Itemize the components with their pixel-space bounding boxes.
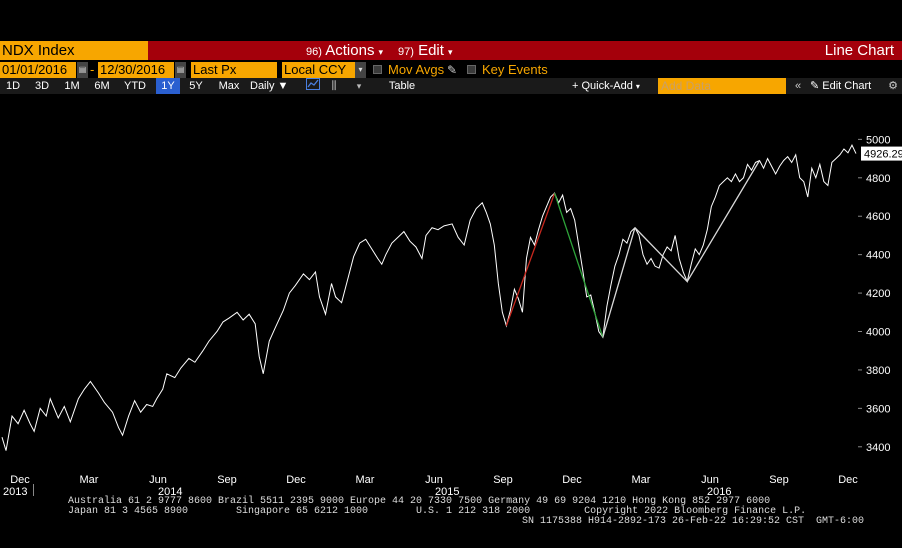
line-chart[interactable]: 5000 4800 4600 4400 4200 4000 3800 3600 3400 4926… [0, 94, 902, 486]
x-tick-label: Dec [838, 474, 858, 486]
triangle-down-icon: ▼ [277, 80, 289, 92]
candlestick-icon[interactable]: ⫼ [326, 78, 342, 94]
y-tick-label: 4400 [866, 250, 890, 262]
quick-add-button[interactable]: + Quick-Add ▾ [572, 78, 654, 94]
title-bar: NDX Index 96) Actions ▾ 97) Edit ▾ Line Ch… [0, 41, 902, 60]
x-tick-label: Sep [217, 474, 237, 486]
annotation-line-2[interactable] [602, 227, 636, 338]
footer-session-line: SN 1175388 H914-2892-173 26-Feb-22 16:29… [522, 516, 865, 527]
x-tick-label: Sep [769, 474, 789, 486]
chevron-down-icon[interactable]: ▾ [355, 62, 366, 78]
range-button-1m[interactable]: 1M [60, 78, 84, 94]
actions-menu-label: Actions [325, 42, 375, 59]
actions-menu-number: 96) [306, 46, 322, 58]
pencil-icon: ✎ [810, 80, 820, 92]
x-tick-label: Mar [632, 474, 651, 486]
calendar-icon[interactable]: ▤ [77, 62, 88, 78]
edit-chart-label: Edit Chart [822, 80, 872, 92]
frequency-label: Daily [250, 80, 275, 92]
mov-avgs-label[interactable]: Mov Avgs [388, 62, 444, 78]
line-chart-icon[interactable] [304, 78, 322, 94]
y-tick-label: 3800 [866, 365, 890, 377]
x-tick-label: Mar [80, 474, 99, 486]
date-separator: - [90, 62, 95, 77]
x-year-label: 2016 [707, 486, 732, 498]
edit-menu-label: Edit [418, 42, 444, 59]
x-tick-label: Jun [701, 474, 719, 486]
key-events-label[interactable]: Key Events [482, 62, 548, 78]
key-events-checkbox[interactable] [467, 65, 476, 74]
x-tick-label: Dec [286, 474, 306, 486]
edit-menu[interactable]: 97) Edit ▾ [398, 41, 452, 60]
range-button-3d[interactable]: 3D [30, 78, 54, 94]
edit-menu-number: 97) [398, 46, 414, 58]
add-data-input[interactable]: Add Data [658, 78, 786, 94]
plus-icon: + [572, 80, 579, 92]
range-button-5y[interactable]: 5Y [184, 78, 208, 94]
quick-add-label: Quick-Add [581, 80, 633, 92]
edit-chart-button[interactable]: ✎ Edit Chart [810, 78, 882, 94]
y-tick-label: 4000 [866, 327, 890, 339]
y-axis: 5000 4800 4600 4400 4200 4000 3800 3600 3400 4926… [858, 134, 902, 454]
y-tick-label: 4800 [866, 173, 890, 185]
x-tick-label: Dec [562, 474, 582, 486]
y-tick-label: 4600 [866, 211, 890, 223]
y-tick-label: 3400 [866, 442, 890, 454]
y-tick-label: 5000 [866, 134, 890, 146]
chart-name-field[interactable] [150, 41, 302, 60]
y-tick-label: 4200 [866, 288, 890, 300]
mov-avgs-checkbox[interactable] [373, 65, 382, 74]
toolbar: 1D 3D 1M 6M YTD 1Y 5Y Max Daily ▼ ⫼ ▾ Ta… [0, 78, 902, 94]
series-layer [1, 144, 857, 451]
chevron-down-icon[interactable]: ▾ [354, 78, 364, 94]
annotation-line-4[interactable] [686, 160, 761, 282]
x-tick-label: Sep [493, 474, 513, 486]
x-year-label: 2014 [158, 486, 183, 498]
last-value-label: 4926.29 [864, 149, 902, 161]
range-button-ytd[interactable]: YTD [120, 78, 150, 94]
currency-selector[interactable]: Local CCY [282, 62, 355, 78]
table-button[interactable]: Table [384, 78, 420, 94]
x-tick-label: Dec [10, 474, 30, 486]
frequency-selector[interactable]: Daily ▼ [250, 78, 298, 94]
y-tick-label: 3600 [866, 403, 890, 415]
window-title: Line Chart [824, 42, 894, 59]
series-line-0[interactable] [1, 144, 857, 451]
gear-icon[interactable]: ⚙ [886, 78, 900, 94]
annotation-line-1[interactable] [553, 192, 604, 338]
range-button-max[interactable]: Max [214, 78, 244, 94]
actions-menu[interactable]: 96) Actions ▾ [306, 41, 383, 60]
range-button-6m[interactable]: 6M [90, 78, 114, 94]
end-date-field[interactable]: 12/30/2016 [98, 62, 174, 78]
caret-down-icon: ▾ [447, 47, 453, 57]
range-button-1d[interactable]: 1D [2, 78, 24, 94]
year-divider [33, 484, 34, 496]
double-chevron-left-icon[interactable]: « [790, 78, 806, 94]
caret-down-icon: ▾ [378, 47, 383, 57]
calendar-icon[interactable]: ▤ [175, 62, 186, 78]
x-tick-label: Jun [149, 474, 167, 486]
range-button-1y[interactable]: 1Y [156, 78, 180, 94]
pencil-icon[interactable]: ✎ [447, 62, 457, 78]
field-selector[interactable]: Last Px [191, 62, 277, 78]
ticker-input[interactable]: NDX Index [0, 41, 148, 60]
x-year-label: 2013 [3, 486, 28, 498]
x-axis: Dec Mar Jun Sep Dec Mar Jun Sep Dec Mar Jun Sep Dec [10, 474, 858, 486]
annotation-line-0[interactable] [505, 192, 556, 326]
x-tick-label: Jun [425, 474, 443, 486]
x-year-label: 2015 [435, 486, 460, 498]
x-tick-label: Mar [356, 474, 375, 486]
start-date-field[interactable]: 01/01/2016 [0, 62, 76, 78]
caret-down-icon: ▾ [635, 82, 640, 91]
